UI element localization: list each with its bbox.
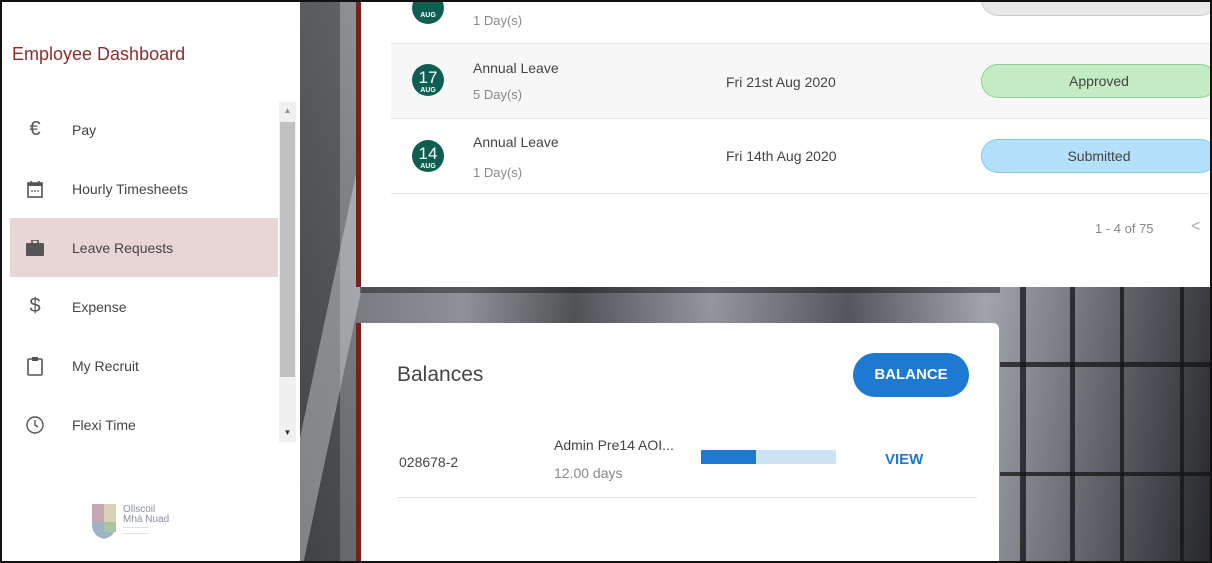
balance-button[interactable]: BALANCE bbox=[853, 353, 969, 397]
pagination-range: 1 - 4 of 75 bbox=[1095, 221, 1154, 236]
balance-row: 028678-2 Admin Pre14 AOI... 12.00 days V… bbox=[397, 430, 977, 498]
euro-icon: € bbox=[29, 118, 41, 140]
sidebar-item-expense[interactable]: $ Expense bbox=[10, 277, 278, 336]
clipboard-icon bbox=[24, 355, 46, 377]
dollar-icon: $ bbox=[29, 295, 41, 317]
leave-type: Annual Leave bbox=[473, 134, 559, 150]
sidebar-item-label: Flexi Time bbox=[72, 416, 136, 433]
scroll-up-arrow-icon[interactable]: ▲ bbox=[279, 104, 296, 118]
leave-duration: 1 Day(s) bbox=[473, 165, 523, 180]
balance-name: Admin Pre14 AOI... bbox=[554, 437, 674, 453]
calendar-icon bbox=[24, 178, 46, 200]
sidebar-nav: € Pay Hourly Timesheets Leave Requests $… bbox=[10, 100, 278, 454]
clock-icon bbox=[24, 414, 46, 436]
sidebar-item-hourly-timesheets[interactable]: Hourly Timesheets bbox=[10, 159, 278, 218]
logo-text: Ollscoil Mhá Nuad ————— ————— bbox=[123, 504, 170, 538]
leave-duration: 5 Day(s) bbox=[473, 87, 523, 102]
briefcase-icon bbox=[24, 237, 46, 259]
sidebar-item-my-recruit[interactable]: My Recruit bbox=[10, 336, 278, 395]
date-badge: AUG bbox=[412, 2, 444, 24]
balance-progress-fill bbox=[701, 450, 757, 464]
sidebar-item-label: Leave Requests bbox=[72, 239, 174, 256]
balance-id: 028678-2 bbox=[399, 454, 459, 470]
sidebar-title: Employee Dashboard bbox=[12, 44, 186, 64]
scroll-down-arrow-icon[interactable]: ▼ bbox=[279, 426, 296, 440]
leave-duration: 1 Day(s) bbox=[473, 13, 523, 28]
status-badge: Submitted bbox=[981, 139, 1210, 173]
leave-date: Fri 21st Aug 2020 bbox=[726, 74, 836, 90]
list-item[interactable]: 17 AUG Annual Leave 5 Day(s) Fri 21st Au… bbox=[391, 44, 1210, 119]
sidebar: Employee Dashboard € Pay Hourly Timeshee… bbox=[2, 2, 300, 561]
balances-card: Balances BALANCE 028678-2 Admin Pre14 AO… bbox=[356, 323, 999, 561]
sidebar-item-leave-requests[interactable]: Leave Requests bbox=[10, 218, 278, 277]
sidebar-item-pay[interactable]: € Pay bbox=[10, 100, 278, 159]
sidebar-item-label: Pay bbox=[72, 121, 97, 138]
sidebar-item-label: Hourly Timesheets bbox=[72, 180, 188, 197]
sidebar-item-flexi-time[interactable]: Flexi Time bbox=[10, 395, 278, 454]
chevron-left-icon[interactable]: < bbox=[1191, 218, 1200, 236]
status-badge: Approved bbox=[981, 64, 1210, 98]
status-badge bbox=[981, 2, 1210, 16]
date-badge: 14 AUG bbox=[412, 140, 444, 172]
leave-type: Annual Leave bbox=[473, 60, 559, 76]
list-item[interactable]: 14 AUG Annual Leave 1 Day(s) Fri 14th Au… bbox=[391, 119, 1210, 194]
leave-requests-card: AUG 1 Day(s) 17 AUG Annual Leave 5 Day(s… bbox=[356, 2, 1210, 287]
balance-amount: 12.00 days bbox=[554, 465, 623, 481]
balance-progress-bar bbox=[701, 450, 836, 464]
list-item[interactable]: AUG 1 Day(s) bbox=[391, 2, 1210, 44]
sidebar-item-label: My Recruit bbox=[72, 357, 139, 374]
crest-icon bbox=[90, 502, 118, 540]
sidebar-scrollbar[interactable]: ▲ ▼ bbox=[279, 102, 296, 442]
university-logo: Ollscoil Mhá Nuad ————— ————— bbox=[90, 498, 210, 544]
balances-title: Balances bbox=[397, 363, 484, 386]
leave-date: Fri 14th Aug 2020 bbox=[726, 148, 837, 164]
sidebar-item-label: Expense bbox=[72, 298, 127, 315]
scroll-thumb[interactable] bbox=[280, 122, 295, 377]
view-link[interactable]: VIEW bbox=[885, 451, 923, 468]
date-badge: 17 AUG bbox=[412, 64, 444, 96]
